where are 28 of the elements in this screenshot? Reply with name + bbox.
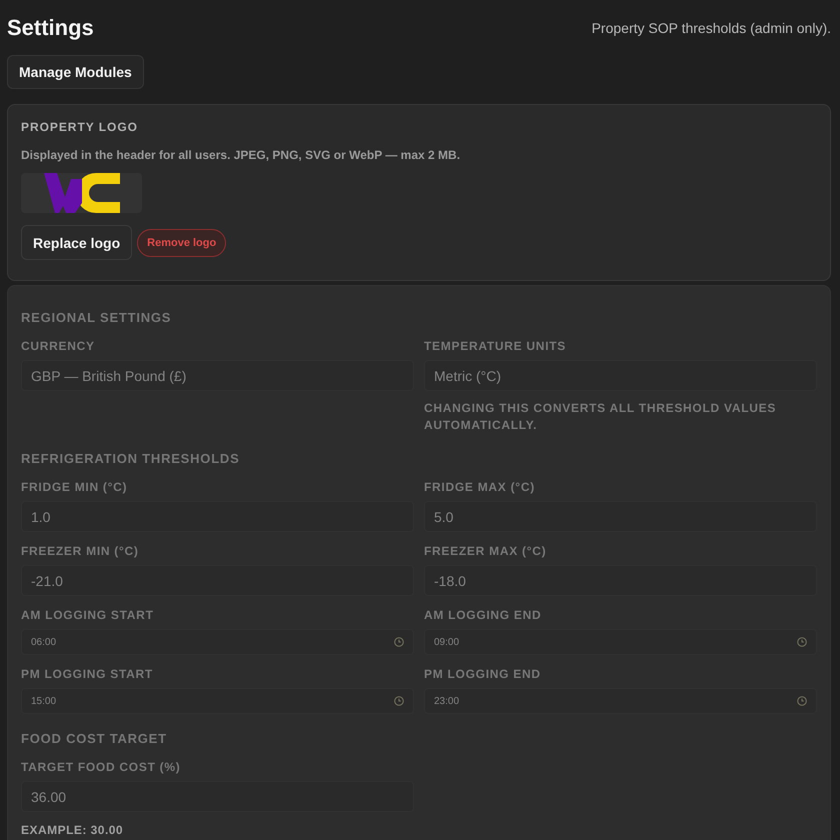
field-label: AM LOGGING START [21, 607, 154, 623]
clock-icon [797, 637, 807, 647]
field-label: TARGET FOOD COST (%) [21, 759, 181, 775]
field-label: PM LOGGING END [424, 666, 541, 682]
field-label: FREEZER MAX (°C) [424, 543, 546, 559]
field-label: FRIDGE MIN (°C) [21, 479, 128, 495]
clock-icon [394, 637, 404, 647]
section-heading: REGIONAL SETTINGS [21, 310, 172, 326]
clock-icon [797, 696, 807, 706]
field-hint: CHANGING THIS CONVERTS ALL THRESHOLD VALUES AUTOMATICALLY. [424, 400, 778, 434]
manage-modules-button[interactable]: Manage Modules [7, 55, 144, 89]
section-heading: FOOD COST TARGET [21, 731, 167, 747]
field-label: TEMPERATURE UNITS [424, 338, 566, 354]
card-description: Displayed in the header for all users. JPEG, PNG, SVG or WebP — max 2 MB. [21, 147, 460, 163]
card-heading: PROPERTY LOGO [21, 119, 138, 135]
example-hint: EXAMPLE: 30.00 [21, 822, 124, 838]
clock-icon [394, 696, 404, 706]
field-label: AM LOGGING END [424, 607, 542, 623]
field-label: CURRENCY [21, 338, 95, 354]
remove-logo-button[interactable]: Remove logo [137, 228, 226, 256]
field-label: FREEZER MIN (°C) [21, 543, 139, 559]
page-subtitle: Property SOP thresholds (admin only). [592, 19, 831, 37]
replace-logo-button[interactable]: Replace logo [21, 225, 132, 260]
field-label: FRIDGE MAX (°C) [424, 479, 535, 495]
section-heading: REFRIGERATION THRESHOLDS [21, 451, 240, 467]
field-label: PM LOGGING START [21, 666, 153, 682]
logo-icon [44, 173, 120, 213]
page-title: Settings [7, 14, 94, 42]
